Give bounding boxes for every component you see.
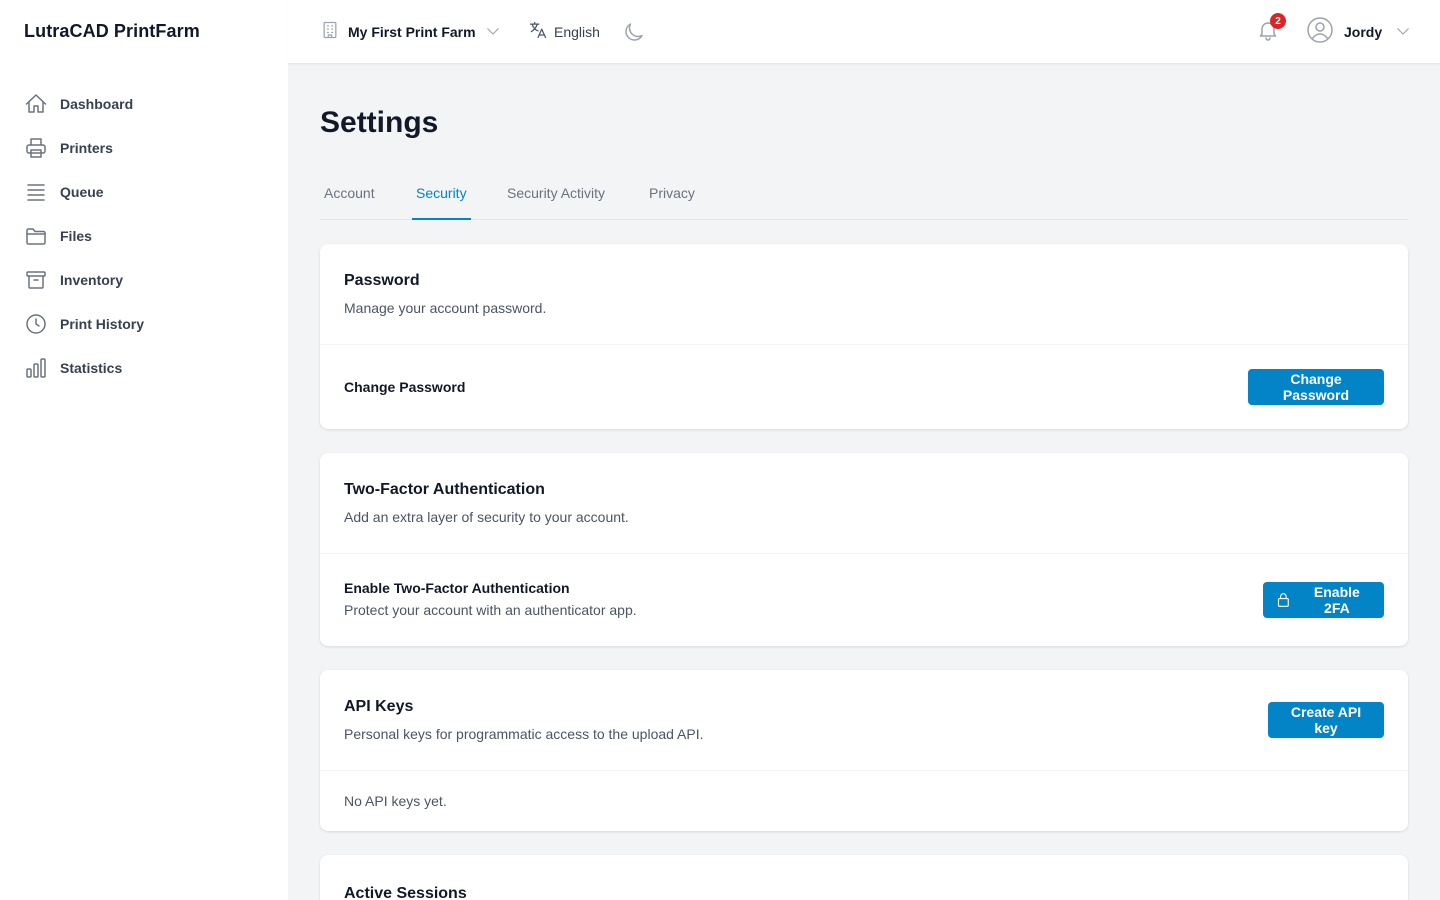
- sidebar-nav: Dashboard Printers Queue Files Inventory…: [0, 82, 288, 390]
- enable-2fa-button[interactable]: Enable 2FA: [1263, 582, 1384, 618]
- tab-security[interactable]: Security: [412, 174, 471, 220]
- settings-tabs: Account Security Security Activity Priva…: [320, 174, 1408, 220]
- farm-selector[interactable]: My First Print Farm: [320, 20, 502, 44]
- change-password-row: Change Password Change Password: [320, 345, 1408, 429]
- active-sessions-card-header: Active Sessions: [320, 855, 1408, 900]
- sidebar-item-queue[interactable]: Queue: [0, 170, 288, 214]
- chevron-down-icon: [1382, 19, 1412, 45]
- bar-chart-icon: [24, 356, 48, 380]
- api-keys-card: API Keys Personal keys for programmatic …: [320, 670, 1408, 831]
- card-title: Two-Factor Authentication: [344, 481, 545, 498]
- moon-icon[interactable]: [622, 20, 646, 44]
- tab-security-activity[interactable]: Security Activity: [503, 174, 609, 220]
- app-logo-title[interactable]: LutraCAD PrintFarm: [24, 21, 200, 42]
- sidebar-item-label: Printers: [60, 140, 113, 156]
- enable-2fa-row: Enable Two-Factor Authentication Protect…: [320, 554, 1408, 646]
- empty-state-text: No API keys yet.: [344, 793, 447, 809]
- queue-icon: [24, 180, 48, 204]
- folder-icon: [24, 224, 48, 248]
- sidebar-item-statistics[interactable]: Statistics: [0, 346, 288, 390]
- lock-icon: [1277, 593, 1289, 607]
- language-selector[interactable]: English: [528, 20, 600, 44]
- change-password-button[interactable]: Change Password: [1248, 369, 1384, 405]
- api-keys-card-header: API Keys Personal keys for programmatic …: [320, 670, 1408, 771]
- create-api-key-button[interactable]: Create API key: [1268, 702, 1384, 738]
- farm-name: My First Print Farm: [348, 24, 476, 40]
- card-description: Personal keys for programmatic access to…: [344, 726, 704, 742]
- sidebar-item-inventory[interactable]: Inventory: [0, 258, 288, 302]
- sidebar-item-dashboard[interactable]: Dashboard: [0, 82, 288, 126]
- two-factor-card: Two-Factor Authentication Add an extra l…: [320, 453, 1408, 646]
- two-factor-card-header: Two-Factor Authentication Add an extra l…: [320, 453, 1408, 554]
- home-icon: [24, 92, 48, 116]
- active-sessions-card: Active Sessions: [320, 855, 1408, 900]
- sidebar-item-printers[interactable]: Printers: [0, 126, 288, 170]
- building-icon: [320, 20, 340, 45]
- page-title: Settings: [320, 106, 439, 139]
- card-description: Add an extra layer of security to your a…: [344, 509, 629, 525]
- sidebar-item-label: Print History: [60, 316, 145, 332]
- notification-badge: 2: [1270, 13, 1286, 29]
- password-card: Password Manage your account password. C…: [320, 244, 1408, 429]
- password-card-header: Password Manage your account password.: [320, 244, 1408, 345]
- sidebar-item-label: Inventory: [60, 272, 124, 288]
- sidebar: LutraCAD PrintFarm Dashboard Printers Qu…: [0, 0, 288, 900]
- user-menu[interactable]: Jordy: [1306, 16, 1412, 49]
- sidebar-item-files[interactable]: Files: [0, 214, 288, 258]
- sidebar-item-label: Dashboard: [60, 96, 134, 112]
- row-description: Protect your account with an authenticat…: [344, 602, 637, 618]
- user-name: Jordy: [1344, 24, 1383, 40]
- sidebar-item-label: Queue: [60, 184, 104, 200]
- printer-icon: [24, 136, 48, 160]
- tab-privacy[interactable]: Privacy: [645, 174, 699, 220]
- archive-box-icon: [24, 268, 48, 292]
- card-title: Password: [344, 272, 420, 289]
- sidebar-item-print-history[interactable]: Print History: [0, 302, 288, 346]
- sidebar-item-label: Files: [60, 228, 92, 244]
- clock-icon: [24, 312, 48, 336]
- button-label: Enable 2FA: [1313, 584, 1360, 616]
- tab-account[interactable]: Account: [320, 174, 379, 220]
- translate-icon: [528, 20, 548, 45]
- card-title: API Keys: [344, 698, 414, 715]
- card-title: Active Sessions: [344, 885, 467, 900]
- sidebar-item-label: Statistics: [60, 360, 123, 376]
- api-keys-list: No API keys yet.: [320, 771, 1408, 831]
- language-label: English: [554, 24, 600, 40]
- user-avatar-icon: [1306, 16, 1334, 49]
- card-description: Manage your account password.: [344, 300, 547, 316]
- chevron-down-icon: [476, 19, 502, 45]
- row-label: Enable Two-Factor Authentication: [344, 580, 570, 596]
- top-bar: My First Print Farm English 2 Jordy: [288, 0, 1440, 64]
- row-label: Change Password: [344, 379, 466, 395]
